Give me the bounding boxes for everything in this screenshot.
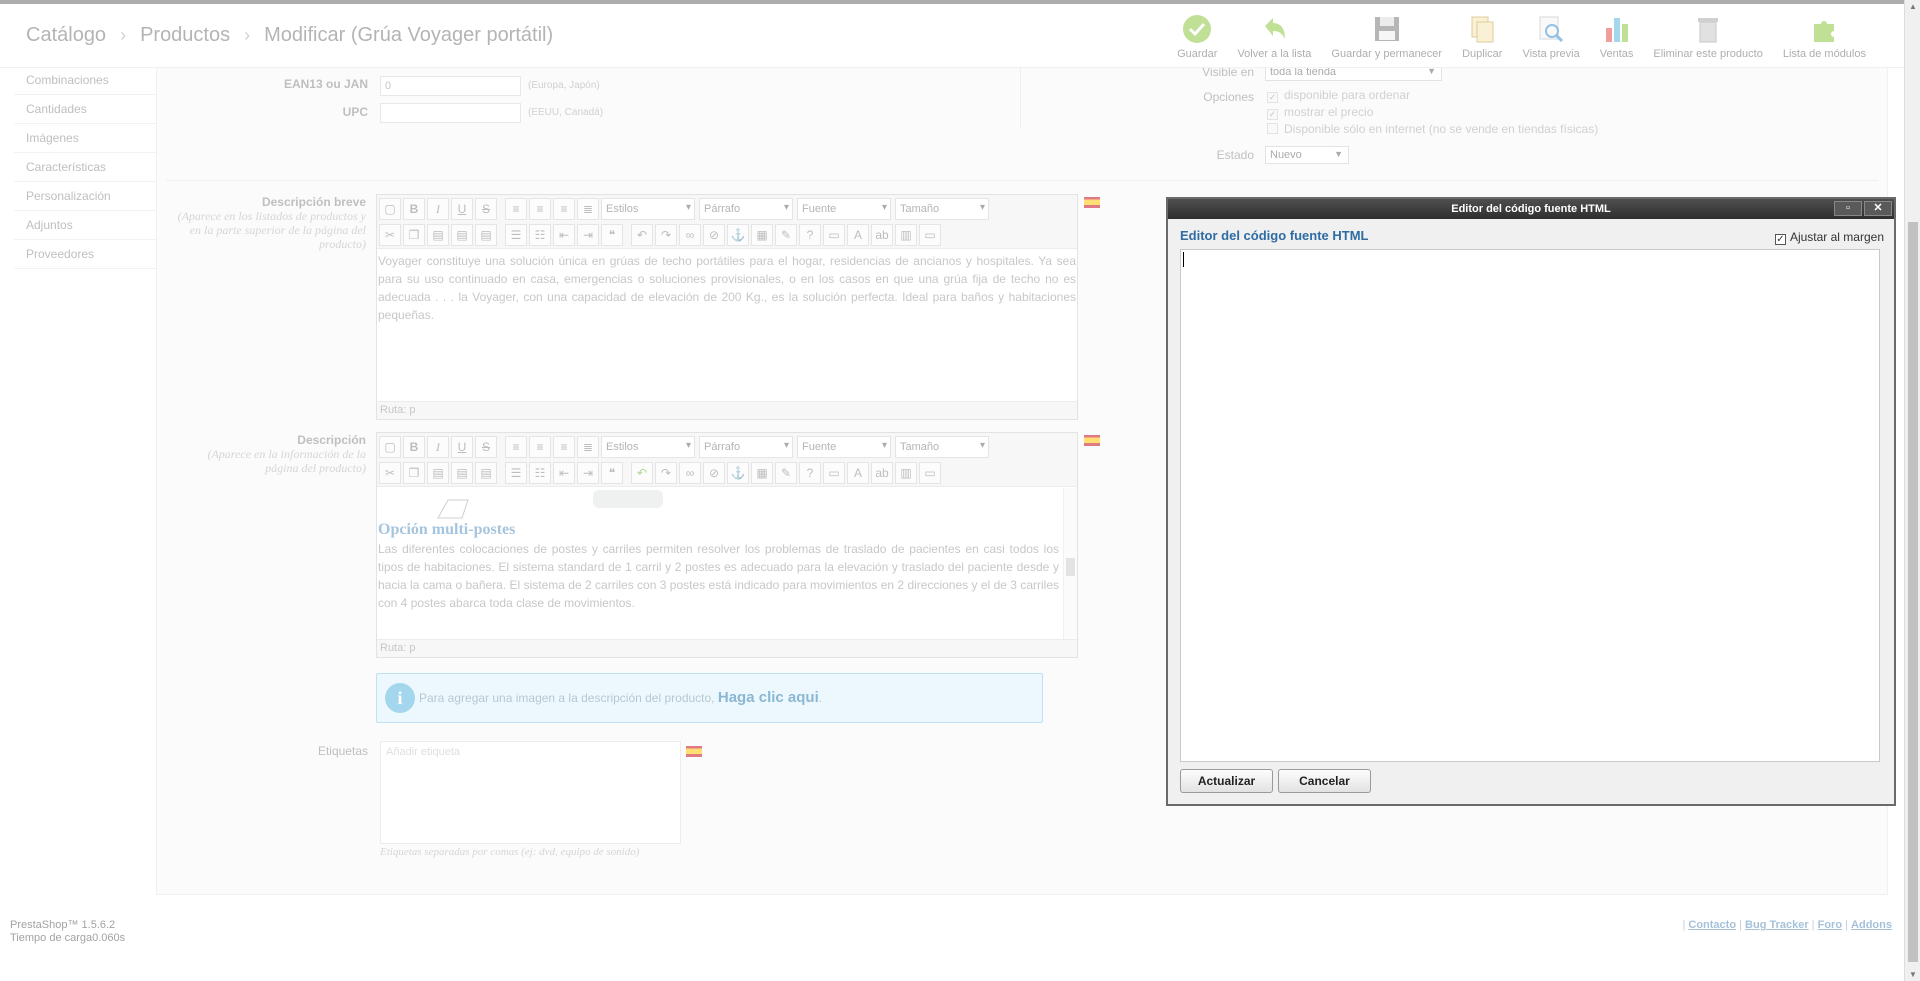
dialog-window-buttons: ▫ ✕ [1834,201,1892,216]
dialog-heading: Editor del código fuente HTML [1180,228,1369,243]
scroll-down-icon[interactable]: ▼ [1909,970,1917,979]
html-source-textarea[interactable] [1180,249,1880,762]
page-scroll-thumb[interactable] [1908,222,1918,962]
wrap-checkbox[interactable]: ✓ [1774,234,1786,245]
dialog-titlebar: Editor del código fuente HTML ▫ ✕ [1168,199,1894,219]
page-scrollbar[interactable]: ▲ ▼ [1904,0,1920,981]
html-source-editor-dialog: Editor del código fuente HTML ▫ ✕ Editor… [1166,197,1896,806]
text-caret [1183,252,1184,267]
scroll-up-icon[interactable]: ▲ [1909,2,1917,11]
dialog-title: Editor del código fuente HTML [1451,203,1611,215]
maximize-icon[interactable]: ▫ [1834,201,1862,216]
wrap-option[interactable]: ✓ Ajustar al margen [1774,230,1884,245]
cancel-button[interactable]: Cancelar [1278,769,1371,793]
wrap-label: Ajustar al margen [1789,230,1884,244]
update-button[interactable]: Actualizar [1180,769,1273,793]
close-icon[interactable]: ✕ [1864,201,1892,216]
